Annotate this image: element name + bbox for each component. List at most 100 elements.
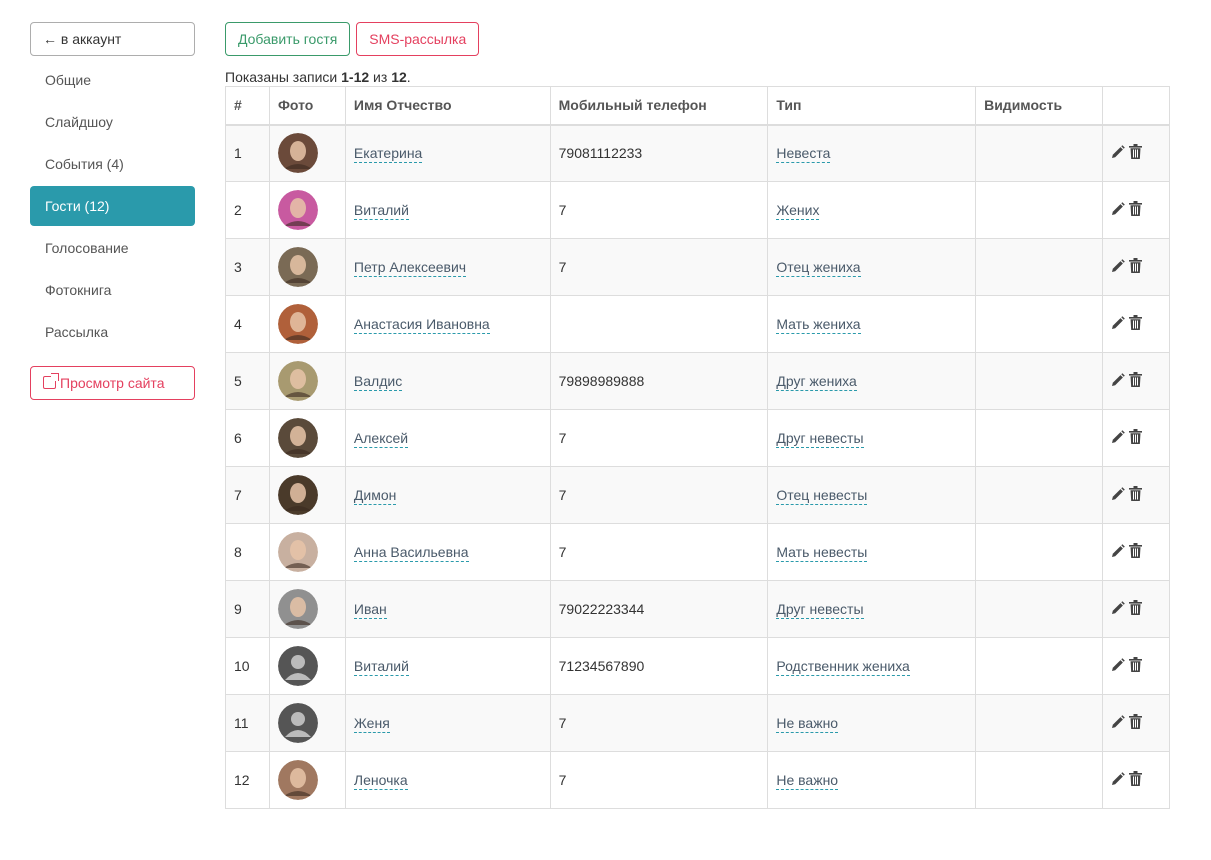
pencil-icon[interactable]	[1111, 714, 1125, 732]
add-guest-button[interactable]: Добавить гостя	[225, 22, 351, 56]
cell-photo	[268, 751, 346, 809]
cell-actions	[1102, 694, 1170, 752]
cell-number: 12	[225, 751, 270, 809]
avatar[interactable]	[277, 646, 318, 686]
sidebar-item-general[interactable]: Общие	[30, 60, 195, 100]
guest-type-link[interactable]: Жених	[776, 202, 820, 220]
guest-type-link[interactable]: Отец невесты	[776, 487, 868, 505]
cell-type: Мать жениха	[767, 295, 977, 353]
sms-mailing-button[interactable]: SMS-рассылка	[356, 22, 480, 56]
avatar[interactable]	[277, 133, 318, 174]
guest-type-link[interactable]: Не важно	[776, 715, 839, 733]
pencil-icon[interactable]	[1111, 372, 1125, 390]
cell-number: 11	[225, 694, 270, 752]
view-site-button[interactable]: Просмотр сайта	[30, 366, 195, 400]
sidebar-item-mailing[interactable]: Рассылка	[30, 312, 195, 352]
cell-number: 4	[225, 295, 270, 353]
sidebar-item-slideshow[interactable]: Слайдшоу	[30, 102, 195, 142]
guest-type-link[interactable]: Мать жениха	[776, 316, 861, 334]
guest-name-link[interactable]: Алексей	[353, 430, 409, 448]
guest-type-link[interactable]: Родственник жениха	[776, 658, 910, 676]
sidebar-item-guests[interactable]: Гости (12)	[30, 186, 195, 226]
trash-icon[interactable]	[1129, 714, 1143, 732]
guest-type-link[interactable]: Отец жениха	[776, 259, 861, 277]
trash-icon[interactable]	[1129, 543, 1143, 561]
cell-phone: 79081112233	[549, 124, 769, 182]
trash-icon[interactable]	[1129, 201, 1143, 219]
guest-name-link[interactable]: Димон	[353, 487, 397, 505]
cell-visibility	[975, 751, 1104, 809]
guest-type-link[interactable]: Не важно	[776, 772, 839, 790]
sidebar-item-events[interactable]: События (4)	[30, 144, 195, 184]
sidebar-item-photobook[interactable]: Фотокнига	[30, 270, 195, 310]
avatar[interactable]	[277, 760, 318, 800]
table-row: 3 Петр Алексеевич 7 Отец жениха	[225, 238, 1170, 296]
guest-type-link[interactable]: Друг невесты	[776, 430, 864, 448]
guest-type-link[interactable]: Друг жениха	[776, 373, 857, 391]
cell-actions	[1102, 466, 1170, 524]
pencil-icon[interactable]	[1111, 600, 1125, 618]
avatar[interactable]	[277, 361, 318, 401]
cell-photo	[268, 637, 346, 695]
pencil-icon[interactable]	[1111, 771, 1125, 789]
pencil-icon[interactable]	[1111, 258, 1125, 276]
trash-icon[interactable]	[1129, 144, 1143, 162]
header-visibility[interactable]: Видимость	[975, 86, 1104, 126]
trash-icon[interactable]	[1129, 372, 1143, 390]
pencil-icon[interactable]	[1111, 145, 1125, 162]
guest-name-link[interactable]: Валдис	[353, 373, 403, 391]
header-number[interactable]: #	[225, 86, 270, 126]
avatar[interactable]	[277, 418, 318, 458]
pencil-icon[interactable]	[1111, 657, 1125, 675]
table-row: 9 Иван 79022223344 Друг невесты	[225, 580, 1170, 638]
guest-type-link[interactable]: Друг невесты	[776, 601, 864, 619]
guest-type-link[interactable]: Невеста	[776, 145, 831, 164]
avatar[interactable]	[277, 475, 318, 515]
cell-visibility	[975, 238, 1104, 296]
trash-icon[interactable]	[1129, 657, 1143, 675]
pencil-icon[interactable]	[1111, 543, 1125, 561]
guest-name-link[interactable]: Виталий	[353, 202, 409, 220]
view-site-label: Просмотр сайта	[60, 375, 165, 391]
header-name[interactable]: Имя Отчество	[344, 86, 551, 126]
avatar[interactable]	[277, 304, 318, 344]
cell-number: 8	[225, 523, 270, 581]
trash-icon[interactable]	[1129, 600, 1143, 618]
header-phone[interactable]: Мобильный телефон	[549, 86, 769, 126]
guest-name-link[interactable]: Женя	[353, 715, 390, 733]
cell-visibility	[975, 181, 1104, 239]
guest-type-link[interactable]: Мать невесты	[776, 544, 868, 562]
trash-icon[interactable]	[1129, 315, 1143, 333]
back-to-account-button[interactable]: ← в аккаунт	[30, 22, 195, 56]
guest-name-link[interactable]: Виталий	[353, 658, 409, 676]
trash-icon[interactable]	[1129, 429, 1143, 447]
cell-phone: 7	[549, 409, 769, 467]
pencil-icon[interactable]	[1111, 429, 1125, 447]
main-content: Добавить гостя SMS-рассылка Показаны зап…	[225, 22, 1170, 809]
avatar[interactable]	[277, 703, 318, 743]
pencil-icon[interactable]	[1111, 315, 1125, 333]
pencil-icon[interactable]	[1111, 201, 1125, 219]
avatar[interactable]	[277, 247, 318, 287]
avatar[interactable]	[277, 532, 318, 572]
cell-phone: 7	[549, 466, 769, 524]
cell-type: Не важно	[767, 751, 977, 809]
trash-icon[interactable]	[1129, 258, 1143, 276]
pencil-icon[interactable]	[1111, 486, 1125, 504]
cell-phone: 71234567890	[549, 637, 769, 695]
avatar[interactable]	[277, 589, 318, 629]
cell-photo	[268, 124, 346, 182]
header-type[interactable]: Тип	[767, 86, 977, 126]
trash-icon[interactable]	[1129, 486, 1143, 504]
guest-name-link[interactable]: Екатерина	[353, 145, 423, 164]
guest-name-link[interactable]: Анастасия Ивановна	[353, 316, 490, 334]
cell-actions	[1102, 580, 1170, 638]
guest-name-link[interactable]: Анна Васильевна	[353, 544, 469, 562]
guest-name-link[interactable]: Иван	[353, 601, 387, 619]
avatar[interactable]	[277, 190, 318, 230]
cell-photo	[268, 523, 346, 581]
sidebar-item-voting[interactable]: Голосование	[30, 228, 195, 268]
guest-name-link[interactable]: Леночка	[353, 772, 408, 790]
guest-name-link[interactable]: Петр Алексеевич	[353, 259, 467, 277]
trash-icon[interactable]	[1129, 771, 1143, 789]
